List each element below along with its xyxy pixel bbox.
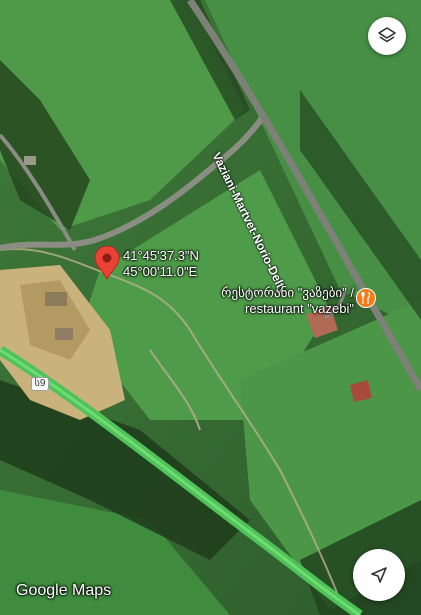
poi-label[interactable]: რესტორანი "ვაზები" / restaurant "vazebi": [206, 285, 354, 317]
map-canvas[interactable]: Vaziani-Martvet-Norio-Delty ს9 41°45'37.…: [0, 0, 421, 615]
layers-button[interactable]: [368, 17, 406, 55]
poi-name-georgian: რესტორანი "ვაზები" /: [221, 285, 354, 300]
highway-shield: ს9: [31, 377, 49, 391]
pin-longitude: 45°00'11.0"E: [123, 264, 198, 279]
google-maps-attribution: Google Maps: [16, 582, 112, 599]
pin-latitude: 41°45'37.3"N: [123, 248, 199, 263]
navigation-arrow-icon: [371, 567, 387, 583]
my-location-button[interactable]: [353, 549, 405, 601]
pin-coordinates: 41°45'37.3"N 45°00'11.0"E: [123, 248, 199, 280]
layers-icon: [378, 27, 396, 43]
restaurant-icon[interactable]: [356, 288, 376, 308]
poi-name-english: restaurant "vazebi": [245, 301, 354, 316]
location-pin-icon[interactable]: [94, 245, 120, 285]
